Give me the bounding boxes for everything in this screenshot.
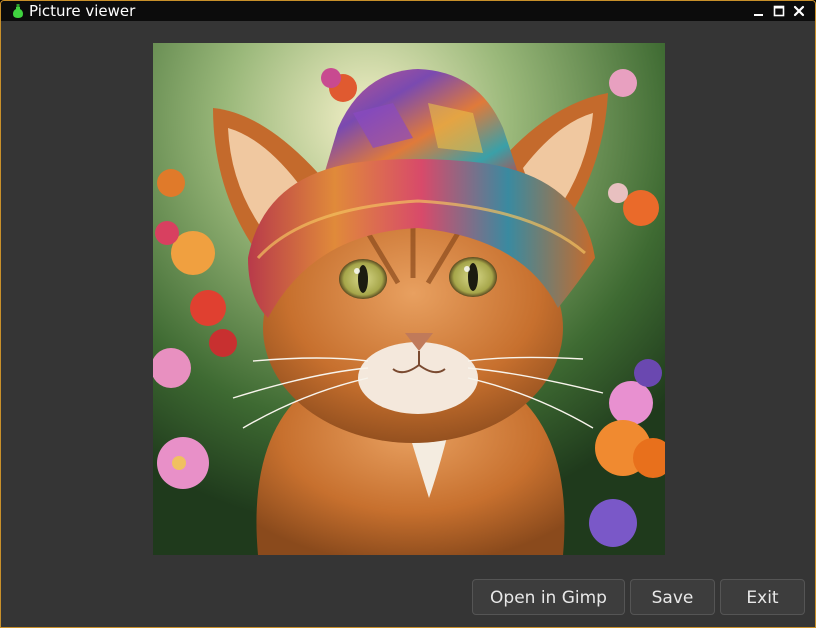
close-icon[interactable] [792, 4, 806, 18]
cat-picture [153, 43, 665, 555]
open-in-gimp-button[interactable]: Open in Gimp [472, 579, 625, 615]
picture-display [153, 43, 665, 555]
maximize-icon[interactable] [772, 4, 786, 18]
minimize-icon[interactable] [752, 4, 766, 18]
window-content: Open in Gimp Save Exit [1, 21, 815, 627]
save-button[interactable]: Save [630, 579, 715, 615]
exit-button[interactable]: Exit [720, 579, 805, 615]
picture-viewer-window: Picture viewer Open in Gimp Save Exit [0, 0, 816, 628]
window-title: Picture viewer [29, 2, 136, 20]
title-bar[interactable]: Picture viewer [1, 1, 815, 21]
app-icon [13, 4, 23, 18]
